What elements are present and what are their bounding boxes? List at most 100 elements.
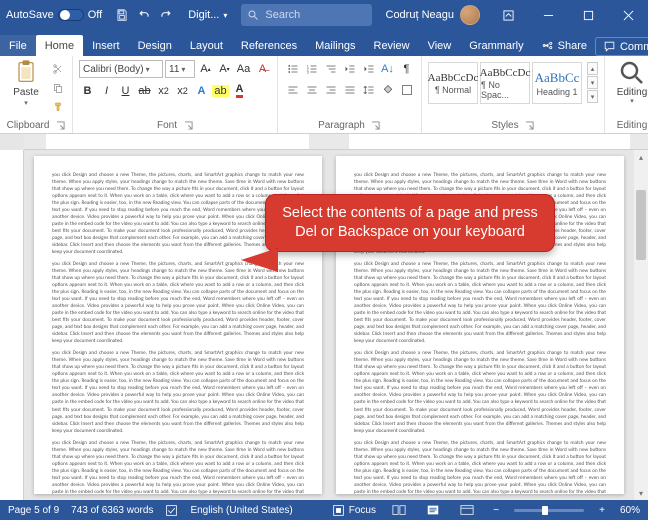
align-center-icon[interactable] xyxy=(303,81,320,98)
spellcheck-icon[interactable] xyxy=(165,504,178,517)
tab-view[interactable]: View xyxy=(419,35,461,56)
autosave-state: Off xyxy=(88,9,102,21)
word-count[interactable]: 743 of 6363 words xyxy=(71,505,153,516)
svg-text:3: 3 xyxy=(306,70,308,74)
bold-icon[interactable]: B xyxy=(79,82,96,99)
style-normal[interactable]: AaBbCcDc¶ Normal xyxy=(428,62,478,104)
shading-icon[interactable] xyxy=(379,81,396,98)
tab-mailings[interactable]: Mailings xyxy=(306,35,364,56)
close-icon[interactable] xyxy=(608,0,648,30)
autosave-label: AutoSave xyxy=(6,9,54,21)
increase-indent-icon[interactable] xyxy=(360,60,377,77)
text-effects-icon[interactable]: A xyxy=(193,82,210,99)
multilevel-icon[interactable] xyxy=(322,60,339,77)
strike-icon[interactable]: ab xyxy=(136,82,153,99)
callout-bubble: Select the contents of a page and press … xyxy=(265,194,555,252)
body-text[interactable]: you click Design and choose a new Theme,… xyxy=(52,261,304,345)
ribbon-options-icon[interactable] xyxy=(488,0,528,30)
decrease-indent-icon[interactable] xyxy=(341,60,358,77)
body-text[interactable]: you click Design and choose a new Theme,… xyxy=(52,350,304,434)
redo-icon[interactable] xyxy=(156,5,176,25)
italic-icon[interactable]: I xyxy=(98,82,115,99)
copy-icon[interactable] xyxy=(49,79,66,96)
body-text[interactable]: you click Design and choose a new Theme,… xyxy=(354,261,606,345)
paste-button[interactable]: Paste ▾ xyxy=(6,58,46,107)
underline-icon[interactable]: U xyxy=(117,82,134,99)
title-bar: AutoSave Off Digit... ▾ Search Codruț Ne… xyxy=(0,0,648,30)
group-paragraph: 123 A↓ ¶ Paragraph xyxy=(278,56,422,133)
chevron-down-icon: ▾ xyxy=(223,11,227,20)
page-number[interactable]: Page 5 of 9 xyxy=(8,505,59,516)
format-painter-icon[interactable] xyxy=(49,98,66,115)
quick-access-toolbar xyxy=(108,5,180,25)
tab-file[interactable]: File xyxy=(0,35,36,56)
minimize-icon[interactable] xyxy=(528,0,568,30)
tab-design[interactable]: Design xyxy=(129,35,181,56)
vertical-ruler[interactable] xyxy=(0,150,24,500)
dialog-launcher-icon[interactable] xyxy=(183,121,193,131)
focus-mode[interactable]: Focus xyxy=(332,504,376,517)
tab-insert[interactable]: Insert xyxy=(83,35,129,56)
font-size-combo[interactable]: 11▾ xyxy=(165,60,195,78)
maximize-icon[interactable] xyxy=(568,0,608,30)
subscript-icon[interactable]: x2 xyxy=(155,82,172,99)
dialog-launcher-icon[interactable] xyxy=(371,121,381,131)
document-title[interactable]: Digit... ▾ xyxy=(180,9,235,21)
language[interactable]: English (United States) xyxy=(190,505,292,516)
vertical-scrollbar[interactable]: ▴ ▾ xyxy=(634,150,648,500)
zoom-slider[interactable] xyxy=(514,509,584,512)
numbering-icon[interactable]: 123 xyxy=(303,60,320,77)
autosave-toggle[interactable]: AutoSave Off xyxy=(0,9,108,21)
comments-button[interactable]: Comments xyxy=(595,37,648,56)
share-button[interactable]: Share xyxy=(533,35,595,56)
zoom-out-icon[interactable]: − xyxy=(490,505,502,516)
font-name-combo[interactable]: Calibri (Body)▾ xyxy=(79,60,163,78)
show-marks-icon[interactable]: ¶ xyxy=(398,60,415,77)
change-case-icon[interactable]: Aa xyxy=(235,61,252,78)
style-gallery-scroll[interactable]: ▴▾▾ xyxy=(587,62,598,103)
font-color-icon[interactable]: A xyxy=(231,82,248,99)
dialog-launcher-icon[interactable] xyxy=(55,121,65,131)
autosave-switch[interactable] xyxy=(58,9,84,21)
body-text[interactable]: you click Design and choose a new Theme,… xyxy=(354,440,606,494)
body-text[interactable]: you click Design and choose a new Theme,… xyxy=(354,350,606,434)
justify-icon[interactable] xyxy=(341,81,358,98)
zoom-in-icon[interactable]: + xyxy=(596,505,608,516)
tab-grammarly[interactable]: Grammarly xyxy=(460,35,532,56)
sort-icon[interactable]: A↓ xyxy=(379,60,396,77)
tab-references[interactable]: References xyxy=(232,35,306,56)
avatar xyxy=(460,5,480,25)
zoom-level[interactable]: 60% xyxy=(620,505,640,516)
web-layout-icon[interactable] xyxy=(456,502,478,518)
highlight-icon[interactable]: ab xyxy=(212,82,229,99)
search-input[interactable]: Search xyxy=(241,4,371,26)
grow-font-icon[interactable]: A▴ xyxy=(197,61,214,78)
body-text[interactable]: you click Design and choose a new Theme,… xyxy=(52,440,304,494)
scroll-thumb[interactable] xyxy=(636,190,646,260)
clear-format-icon[interactable]: A̶ xyxy=(254,61,271,78)
read-mode-icon[interactable] xyxy=(388,502,410,518)
line-spacing-icon[interactable] xyxy=(360,81,377,98)
tab-review[interactable]: Review xyxy=(365,35,419,56)
superscript-icon[interactable]: x2 xyxy=(174,82,191,99)
tab-layout[interactable]: Layout xyxy=(181,35,232,56)
tab-home[interactable]: Home xyxy=(36,35,83,56)
scroll-up-icon[interactable]: ▴ xyxy=(634,150,648,164)
editing-menu[interactable]: Editing▾ xyxy=(611,58,648,105)
style-nospacing[interactable]: AaBbCcDc¶ No Spac... xyxy=(480,62,530,104)
cut-icon[interactable] xyxy=(49,60,66,77)
save-icon[interactable] xyxy=(112,5,132,25)
shrink-font-icon[interactable]: A▾ xyxy=(216,61,233,78)
style-heading1[interactable]: AaBbCcHeading 1 xyxy=(532,62,582,104)
bullets-icon[interactable] xyxy=(284,60,301,77)
align-right-icon[interactable] xyxy=(322,81,339,98)
scroll-down-icon[interactable]: ▾ xyxy=(634,486,648,500)
account-menu[interactable]: Codruț Neagu xyxy=(378,5,489,25)
group-font: Calibri (Body)▾ 11▾ A▴ A▾ Aa A̶ B I U ab… xyxy=(73,56,278,133)
horizontal-ruler[interactable] xyxy=(24,134,648,150)
dialog-launcher-icon[interactable] xyxy=(525,121,535,131)
print-layout-icon[interactable] xyxy=(422,502,444,518)
undo-icon[interactable] xyxy=(134,5,154,25)
align-left-icon[interactable] xyxy=(284,81,301,98)
borders-icon[interactable] xyxy=(398,81,415,98)
